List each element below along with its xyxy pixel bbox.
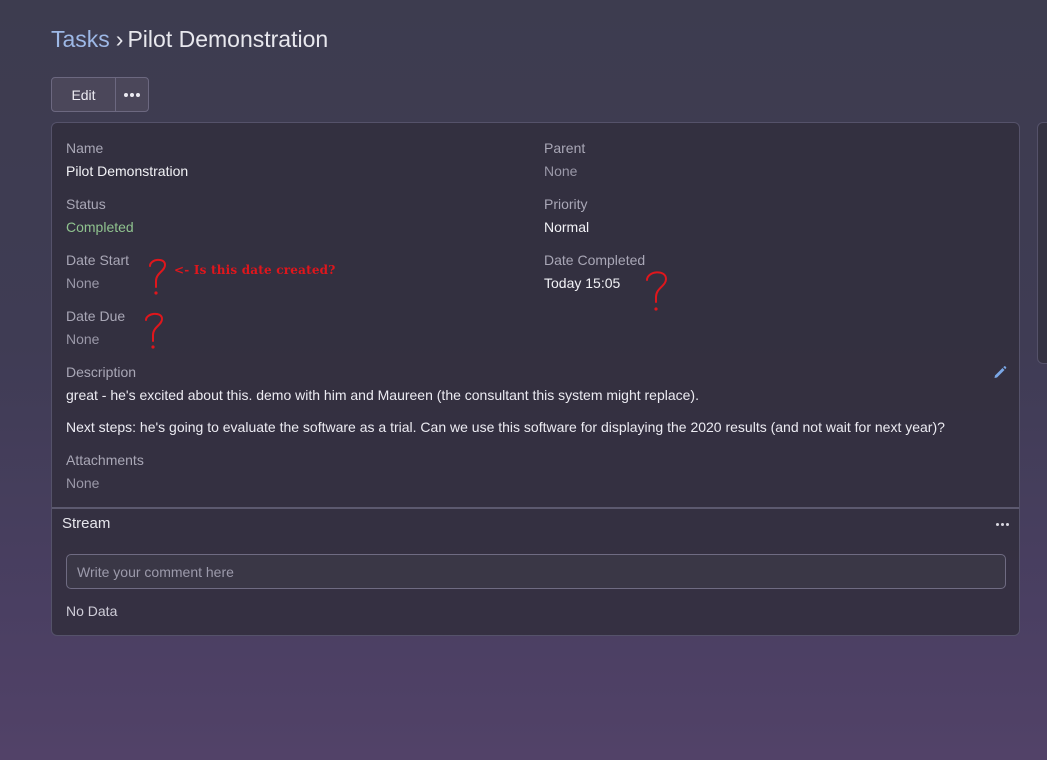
field-date-start: Date Start None [66,250,129,293]
field-label: Priority [544,196,588,212]
breadcrumb: Tasks › Pilot Demonstration [51,25,328,53]
field-label: Date Due [66,308,126,324]
stream-empty-text: No Data [66,603,118,619]
question-mark-annotation [147,256,169,303]
breadcrumb-separator: › [115,26,124,52]
field-status: Status Completed [66,194,134,237]
ellipsis-icon [124,92,140,97]
field-value: None [544,163,578,179]
description-paragraph: Next steps: he's going to evaluate the s… [66,419,945,435]
stream-title: Stream [62,515,111,532]
section-divider [52,507,1019,509]
field-priority: Priority Normal [544,194,589,237]
field-label: Name [66,140,104,156]
field-label: Description [66,364,137,380]
field-attachments: Attachments None [66,450,144,493]
breadcrumb-link-tasks[interactable]: Tasks [51,26,110,52]
task-detail-panel: Name Pilot Demonstration Parent None Sta… [51,122,1020,636]
field-label: Date Completed [544,252,646,268]
field-value: None [66,331,100,347]
stream-menu-button[interactable] [996,523,1009,526]
field-value: Pilot Demonstration [66,163,189,179]
comment-input[interactable] [66,554,1006,589]
field-parent: Parent None [544,138,585,181]
question-mark-annotation [644,268,670,319]
field-description: Description [66,362,136,382]
annotation-note: <- Is this date created? [174,263,336,277]
more-actions-button[interactable] [116,78,148,111]
field-value: None [66,275,100,291]
status-value: Completed [66,219,134,235]
field-label: Attachments [66,452,144,468]
page-title: Pilot Demonstration [127,26,329,52]
description-paragraph: great - he's excited about this. demo wi… [66,387,699,403]
field-label: Parent [544,140,586,156]
field-name: Name Pilot Demonstration [66,138,188,181]
field-label: Status [66,196,106,212]
edit-button[interactable]: Edit [52,78,116,111]
side-panel-edge [1037,122,1047,364]
field-value: Normal [544,219,590,235]
field-date-completed: Date Completed Today 15:05 [544,250,645,293]
pencil-icon[interactable] [993,365,1007,379]
field-label: Date Start [66,252,130,268]
ellipsis-icon [996,523,1009,526]
record-actions: Edit [51,77,149,112]
question-mark-annotation [143,310,165,357]
field-value: None [66,475,100,491]
field-value: Today 15:05 [544,275,621,291]
field-date-due: Date Due None [66,306,125,349]
